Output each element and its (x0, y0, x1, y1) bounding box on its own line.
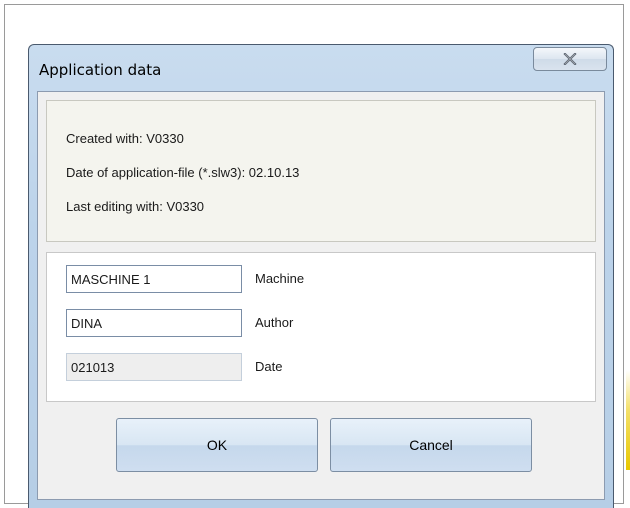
dialog-title: Application data (39, 61, 162, 79)
created-with-text: Created with: V0330 (66, 131, 184, 146)
fields-panel: Machine Author Date (46, 252, 596, 402)
dialog-titlebar[interactable]: Application data (29, 45, 613, 91)
machine-label: Machine (255, 271, 305, 286)
ok-button[interactable]: OK (116, 418, 318, 472)
file-date-text: Date of application-file (*.slw3): 02.10… (66, 165, 300, 180)
close-x-icon (563, 53, 577, 65)
author-label: Author (255, 315, 294, 330)
author-input[interactable] (66, 309, 242, 337)
application-data-dialog: Application data Created with: V0330 Dat… (28, 44, 614, 508)
info-panel: Created with: V0330 Date of application-… (46, 100, 596, 242)
date-input (66, 353, 242, 381)
last-editing-text: Last editing with: V0330 (66, 199, 205, 214)
cancel-button[interactable]: Cancel (330, 418, 532, 472)
background-edge-strip (626, 370, 630, 470)
close-button[interactable] (533, 47, 607, 71)
machine-input[interactable] (66, 265, 242, 293)
date-label: Date (255, 359, 283, 374)
dialog-client-area: Created with: V0330 Date of application-… (37, 91, 605, 500)
